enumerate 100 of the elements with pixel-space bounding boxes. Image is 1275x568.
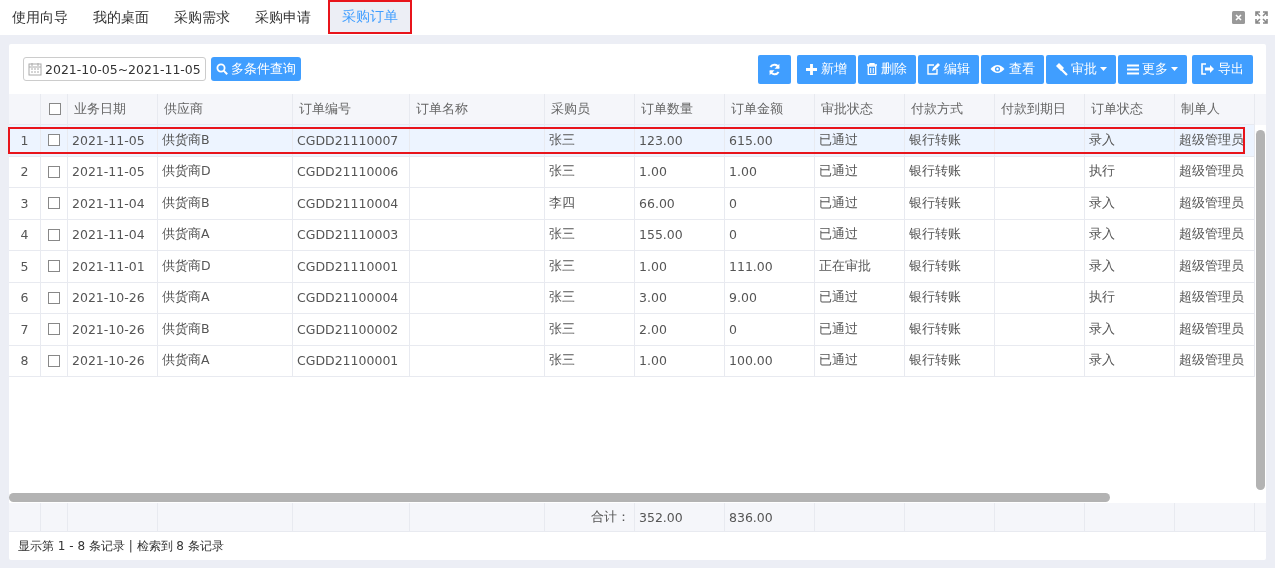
table-cell: 超级管理员 <box>1179 352 1244 370</box>
checkbox[interactable] <box>48 291 60 304</box>
table-cell: 张三 <box>549 352 575 370</box>
column-header: 订单编号 <box>299 100 351 118</box>
table-cell: 供货商D <box>162 163 211 181</box>
tab[interactable]: 采购需求 <box>162 0 242 35</box>
tab[interactable]: 使用向导 <box>0 0 80 35</box>
table-cell: 张三 <box>549 320 575 338</box>
table-row[interactable]: 2 2021-11-05 供货商D CGDD21110006 张三 1.00 1.00 已通过 银行转账 执行 超级管理员 <box>9 156 1255 188</box>
edit-icon <box>927 63 940 75</box>
row-number: 3 <box>20 195 29 211</box>
table-cell: 张三 <box>549 257 575 275</box>
checkbox[interactable] <box>48 260 60 273</box>
table-cell: CGDD21100002 <box>297 321 399 337</box>
column-header: 审批状态 <box>821 100 873 118</box>
table-row[interactable]: 4 2021-11-04 供货商A CGDD21110003 张三 155.00 0 已通过 银行转账 录入 超级管理员 <box>9 219 1255 251</box>
table-cell: 1.00 <box>639 353 667 369</box>
checkbox[interactable] <box>48 165 60 178</box>
table-cell: 李四 <box>549 194 575 212</box>
table-cell: 2021-11-05 <box>72 132 145 148</box>
table-cell: 超级管理员 <box>1179 131 1244 149</box>
checkbox[interactable] <box>48 228 60 241</box>
table-row[interactable]: 1 2021-11-05 供货商B CGDD21110007 张三 123.00 615.00 已通过 银行转账 录入 超级管理员 <box>9 125 1255 157</box>
table-cell: 录入 <box>1089 257 1115 275</box>
table-row[interactable]: 3 2021-11-04 供货商B CGDD21110004 李四 66.00 0 已通过 银行转账 录入 超级管理员 <box>9 188 1255 220</box>
tab[interactable]: 我的桌面 <box>81 0 161 35</box>
table-cell: 张三 <box>549 131 575 149</box>
table-cell: CGDD21110007 <box>297 132 399 148</box>
scrollbar-thumb[interactable] <box>9 493 1110 502</box>
table-cell: 供货商A <box>162 352 210 370</box>
table-row[interactable]: 5 2021-11-01 供货商D CGDD21110001 张三 1.00 111.00 正在审批 银行转账 录入 超级管理员 <box>9 251 1255 283</box>
column-header: 付款方式 <box>911 100 963 118</box>
total-value: 836.00 <box>729 509 773 525</box>
tab[interactable]: 采购申请 <box>243 0 323 35</box>
table-cell: 111.00 <box>729 258 773 274</box>
table-cell: 已通过 <box>819 163 858 181</box>
table-cell: 超级管理员 <box>1179 320 1244 338</box>
table-cell: 超级管理员 <box>1179 289 1244 307</box>
table-cell: CGDD21100001 <box>297 353 399 369</box>
export-icon <box>1201 63 1214 75</box>
table-cell: 已通过 <box>819 352 858 370</box>
table-cell: 3.00 <box>639 290 667 306</box>
table-cell: 100.00 <box>729 353 773 369</box>
table-cell: 超级管理员 <box>1179 194 1244 212</box>
table-cell: 供货商A <box>162 289 210 307</box>
table-cell: 2021-11-04 <box>72 195 145 211</box>
column-header: 付款到期日 <box>1001 100 1066 118</box>
checkbox[interactable] <box>48 354 60 367</box>
table-cell: 录入 <box>1089 194 1115 212</box>
row-number: 2 <box>20 164 29 180</box>
table-row[interactable]: 6 2021-10-26 供货商A CGDD21100004 张三 3.00 9.00 已通过 银行转账 执行 超级管理员 <box>9 282 1255 314</box>
row-number: 5 <box>20 258 29 274</box>
checkbox[interactable] <box>49 103 61 115</box>
search-icon <box>215 63 228 75</box>
table-cell: 已通过 <box>819 194 858 212</box>
table-cell: 123.00 <box>639 132 683 148</box>
checkbox[interactable] <box>48 197 60 210</box>
table-cell: CGDD21100004 <box>297 290 399 306</box>
checkbox[interactable] <box>48 323 60 336</box>
table-cell: 银行转账 <box>909 194 961 212</box>
record-count-text: 显示第 1 - 8 条记录 | 检索到 8 条记录 <box>18 537 224 555</box>
eye-icon <box>990 64 1005 74</box>
table-cell: 155.00 <box>639 227 683 243</box>
checkbox[interactable] <box>48 134 60 147</box>
column-header: 订单金额 <box>731 100 783 118</box>
table-cell: 已通过 <box>819 289 858 307</box>
refresh-button[interactable] <box>758 54 791 84</box>
table-cell: 已通过 <box>819 320 858 338</box>
row-number: 8 <box>20 353 29 369</box>
table-cell: 银行转账 <box>909 320 961 338</box>
table-cell: 供货商A <box>162 226 210 244</box>
plus-icon <box>806 63 817 75</box>
table-cell: 超级管理员 <box>1179 163 1244 181</box>
fullscreen-icon[interactable] <box>1255 11 1268 24</box>
row-number: 1 <box>20 132 29 148</box>
table-cell: 2021-10-26 <box>72 290 145 306</box>
date-range-field[interactable]: 2021-10-05~2021-11-05 <box>23 57 206 81</box>
row-number: 7 <box>20 321 29 337</box>
column-header: 订单状态 <box>1091 100 1143 118</box>
table-cell: 1.00 <box>639 258 667 274</box>
table-cell: 2021-11-01 <box>72 258 145 274</box>
table-cell: 2021-11-04 <box>72 227 145 243</box>
table-cell: 录入 <box>1089 352 1115 370</box>
table-cell: 0 <box>729 227 737 243</box>
list-icon <box>1127 63 1139 75</box>
table-cell: CGDD21110003 <box>297 227 399 243</box>
close-icon[interactable] <box>1232 11 1245 24</box>
table-row[interactable]: 7 2021-10-26 供货商B CGDD21100002 张三 2.00 0 已通过 银行转账 录入 超级管理员 <box>9 314 1255 346</box>
table-cell: 615.00 <box>729 132 773 148</box>
table-cell: 2021-10-26 <box>72 353 145 369</box>
table-cell: CGDD21110001 <box>297 258 399 274</box>
table-cell: CGDD21110004 <box>297 195 399 211</box>
table-cell: 已通过 <box>819 131 858 149</box>
table-cell: 录入 <box>1089 226 1115 244</box>
column-header: 供应商 <box>164 100 203 118</box>
scrollbar-thumb[interactable] <box>1256 130 1265 490</box>
table-cell: 2.00 <box>639 321 667 337</box>
table-cell: 执行 <box>1089 163 1115 181</box>
table-cell: 银行转账 <box>909 226 961 244</box>
table-row[interactable]: 8 2021-10-26 供货商A CGDD21100001 张三 1.00 100.00 已通过 银行转账 录入 超级管理员 <box>9 345 1255 377</box>
